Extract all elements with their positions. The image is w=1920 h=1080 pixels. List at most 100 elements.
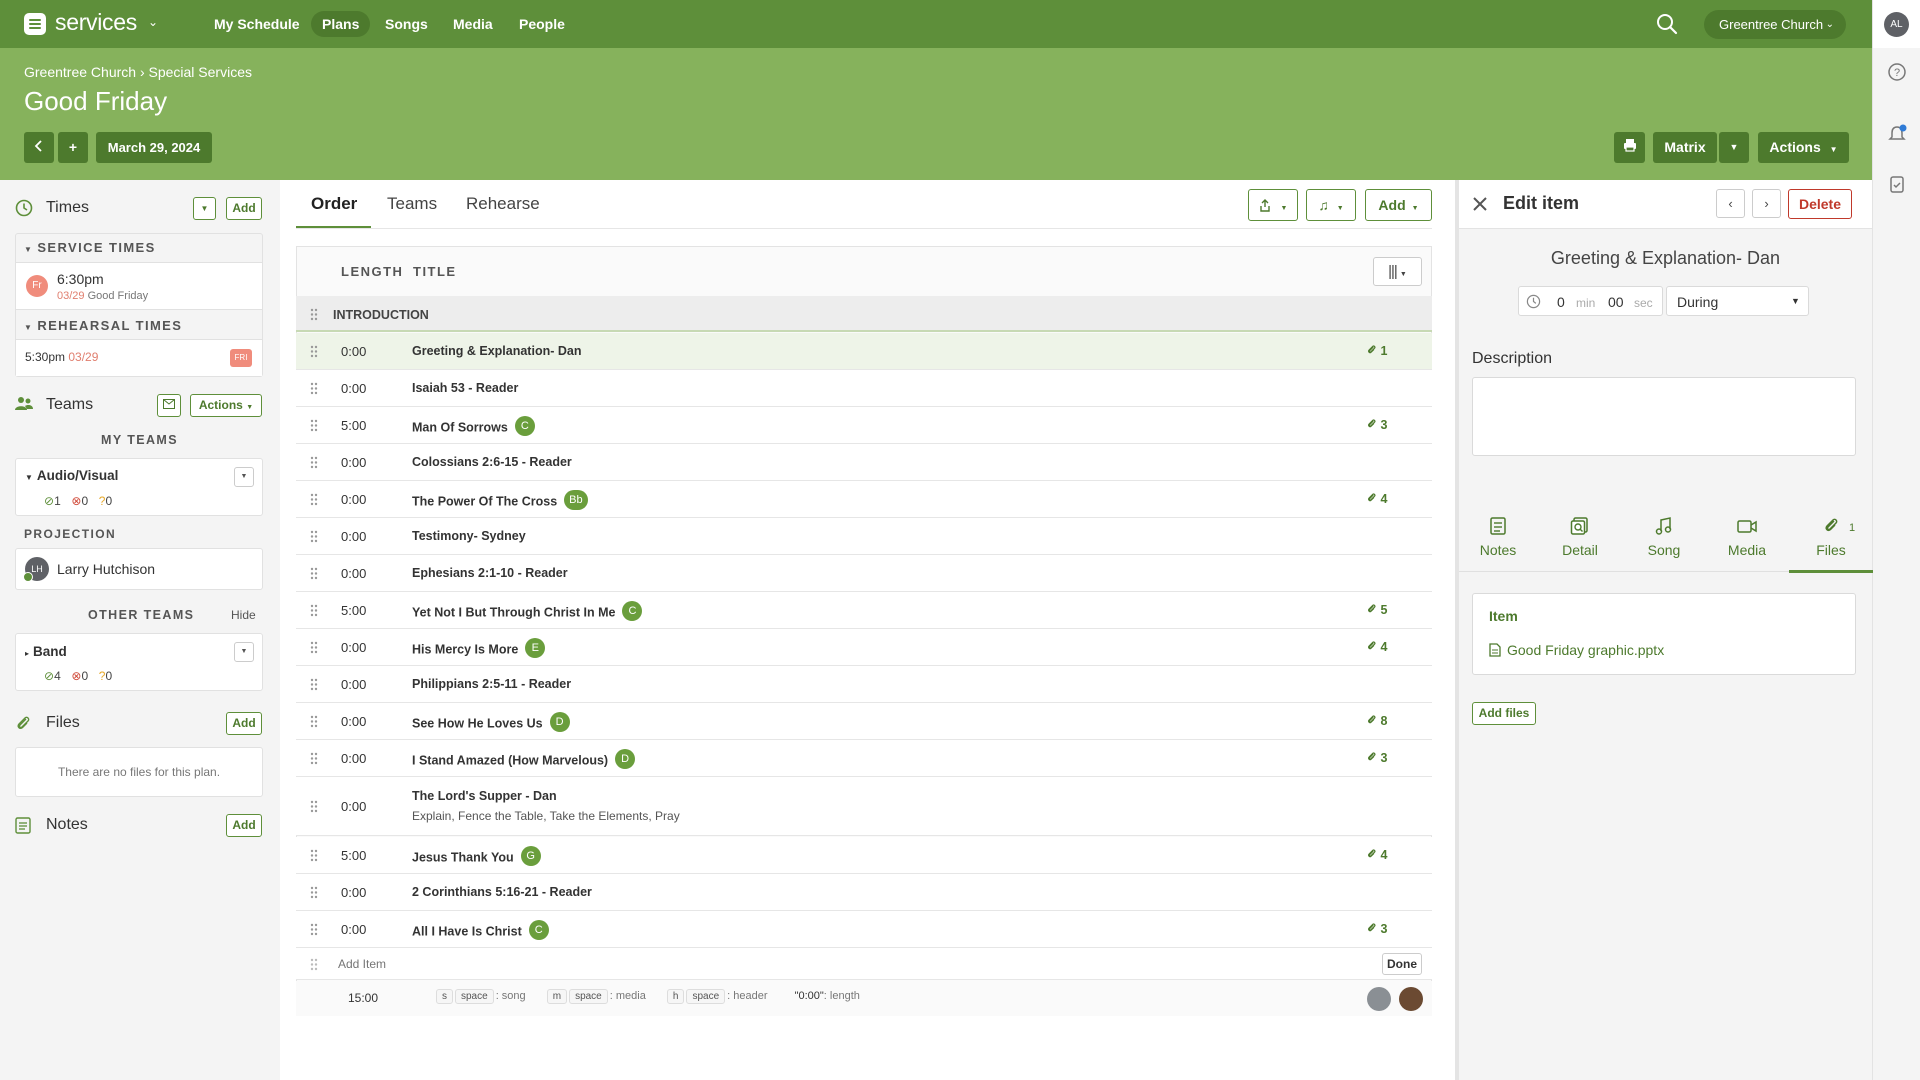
nav-songs[interactable]: Songs [374,11,439,37]
attachment-count[interactable]: 5 [1366,603,1387,617]
description-textarea[interactable] [1472,377,1856,456]
drag-handle-icon[interactable] [310,641,318,654]
plan-item-row[interactable]: 0:00 The Lord's Supper - Dan Explain, Fenc… [296,777,1432,836]
attachment-count[interactable]: 4 [1366,492,1387,506]
drag-handle-icon[interactable] [310,567,318,580]
team-menu-button[interactable]: ▼ [234,467,254,487]
previous-item-button[interactable]: ‹ [1716,189,1745,218]
columns-menu-button[interactable]: ||| ▼ [1373,257,1422,286]
add-files-button[interactable]: Add files [1472,702,1536,725]
plan-item-row[interactable]: 0:00 The Power Of The Cross Bb 4 [296,481,1432,518]
drag-handle-icon[interactable] [310,849,318,862]
tab-rehearse[interactable]: Rehearse [466,194,540,214]
share-button[interactable]: ▼ [1248,189,1298,221]
drag-handle-icon[interactable] [310,530,318,543]
nav-plans[interactable]: Plans [311,11,371,37]
tab-files[interactable]: Files [1789,516,1873,558]
help-icon[interactable]: ? [1887,62,1907,82]
attachment-count[interactable]: 8 [1366,714,1387,728]
plan-item-row[interactable]: 5:00 Yet Not I But Through Christ In Me C … [296,592,1432,629]
search-icon[interactable] [1656,13,1678,35]
add-item-input[interactable] [338,954,1238,974]
user-avatar[interactable]: AL [1884,12,1909,37]
header-item-row[interactable]: INTRODUCTION [296,296,1432,332]
drag-handle-icon[interactable] [310,800,318,813]
plan-item-row[interactable]: 0:00 Greeting & Explanation- Dan 1 [296,333,1432,370]
tab-teams[interactable]: Teams [387,194,437,214]
email-teams-button[interactable] [157,394,181,417]
matrix-button[interactable]: Matrix [1653,132,1717,163]
plan-item-row[interactable]: 0:00 I Stand Amazed (How Marvelous) D 3 [296,740,1432,777]
notifications-bell-icon[interactable] [1887,124,1907,144]
nav-media[interactable]: Media [442,11,504,37]
plan-item-row[interactable]: 0:00 Philippians 2:5-11 - Reader [296,666,1432,703]
clipboard-check-icon[interactable] [1887,174,1907,194]
drag-handle-icon[interactable] [310,419,318,432]
plan-date-button[interactable]: March 29, 2024 [96,132,212,163]
team-member-avatar[interactable] [1367,987,1391,1011]
drag-handle-icon[interactable] [310,456,318,469]
plan-item-row[interactable]: 0:00 Testimony- Sydney [296,518,1432,555]
plan-item-row[interactable]: 0:00 2 Corinthians 5:16-21 - Reader [296,874,1432,911]
tab-song[interactable]: Song [1622,516,1706,558]
add-file-button[interactable]: Add [226,712,262,735]
attachment-count[interactable]: 3 [1366,751,1387,765]
tab-media[interactable]: Media [1705,516,1789,558]
drag-handle-icon[interactable] [310,886,318,899]
teams-actions-button[interactable]: Actions ▼ [190,394,262,417]
done-button[interactable]: Done [1382,953,1422,975]
team-menu-button[interactable]: ▼ [234,642,254,662]
drag-handle-icon[interactable] [310,715,318,728]
tab-notes[interactable]: Notes [1456,516,1540,558]
file-link[interactable]: Good Friday graphic.pptx [1507,642,1664,658]
plan-item-row[interactable]: 0:00 Colossians 2:6-15 - Reader [296,444,1432,481]
matrix-dropdown-button[interactable]: ▼ [1719,132,1749,163]
actions-button[interactable]: Actions ▼ [1758,132,1849,163]
drag-handle-icon[interactable] [310,604,318,617]
timing-select[interactable]: During ▼ [1666,286,1809,316]
team-member-avatar[interactable] [1399,987,1423,1011]
times-dropdown-button[interactable]: ▼ [193,197,216,220]
drag-handle-icon[interactable] [310,382,318,395]
rehearsal-time-row[interactable]: 5:30pm 03/29 FRI [16,339,262,376]
plan-item-row[interactable]: 0:00 All I Have Is Christ C 3 [296,911,1432,948]
team-card-audio-visual[interactable]: ▼ Audio/Visual ▼ ⊘1 ⊗0 ?0 [15,458,263,516]
app-name[interactable]: services [55,9,137,36]
drag-handle-icon[interactable] [310,678,318,691]
breadcrumb[interactable]: Greentree Church › Special Services [24,64,252,80]
drag-handle-icon[interactable] [310,493,318,506]
music-button[interactable]: ♫ ▼ [1306,189,1356,221]
service-time-row[interactable]: Fr 6:30pm 03/29 Good Friday [16,262,262,310]
hide-other-teams-link[interactable]: Hide [231,608,256,622]
organization-switcher[interactable]: Greentree Church ⌄ [1704,10,1846,39]
drag-handle-icon[interactable] [310,345,318,358]
plan-item-row[interactable]: 0:00 Ephesians 2:1-10 - Reader [296,555,1432,592]
length-minutes[interactable]: 0 [1557,294,1565,310]
next-item-button[interactable]: › [1752,189,1781,218]
add-time-button[interactable]: Add [226,197,262,220]
tab-order[interactable]: Order [311,194,357,214]
nav-people[interactable]: People [508,11,576,37]
item-title-editable[interactable]: Greeting & Explanation- Dan [1459,248,1872,269]
plan-item-row[interactable]: 0:00 His Mercy Is More E 4 [296,629,1432,666]
length-seconds[interactable]: 00 [1608,294,1624,310]
add-item-menu-button[interactable]: Add ▼ [1365,189,1432,221]
plan-item-row[interactable]: 5:00 Man Of Sorrows C 3 [296,407,1432,444]
tab-detail[interactable]: Detail [1538,516,1622,558]
drag-handle-icon[interactable] [310,752,318,765]
plan-item-row[interactable]: 0:00 Isaiah 53 - Reader [296,370,1432,407]
delete-item-button[interactable]: Delete [1788,189,1852,219]
previous-plan-button[interactable] [24,132,54,163]
add-note-button[interactable]: Add [226,814,262,837]
team-card-band[interactable]: ▸ Band ▼ ⊘4 ⊗0 ?0 [15,633,263,691]
plan-item-row[interactable]: 0:00 See How He Loves Us D 8 [296,703,1432,740]
drag-handle-icon[interactable] [310,308,318,321]
services-logo-icon[interactable] [24,13,46,35]
attachment-count[interactable]: 3 [1366,418,1387,432]
attachment-count[interactable]: 3 [1366,922,1387,936]
item-length-field[interactable]: 0 min 00 sec [1518,286,1663,316]
drag-handle-icon[interactable] [310,923,318,936]
add-plan-button[interactable]: + [58,132,88,163]
close-icon[interactable] [1472,196,1488,212]
person-row[interactable]: LH Larry Hutchison [15,548,263,590]
